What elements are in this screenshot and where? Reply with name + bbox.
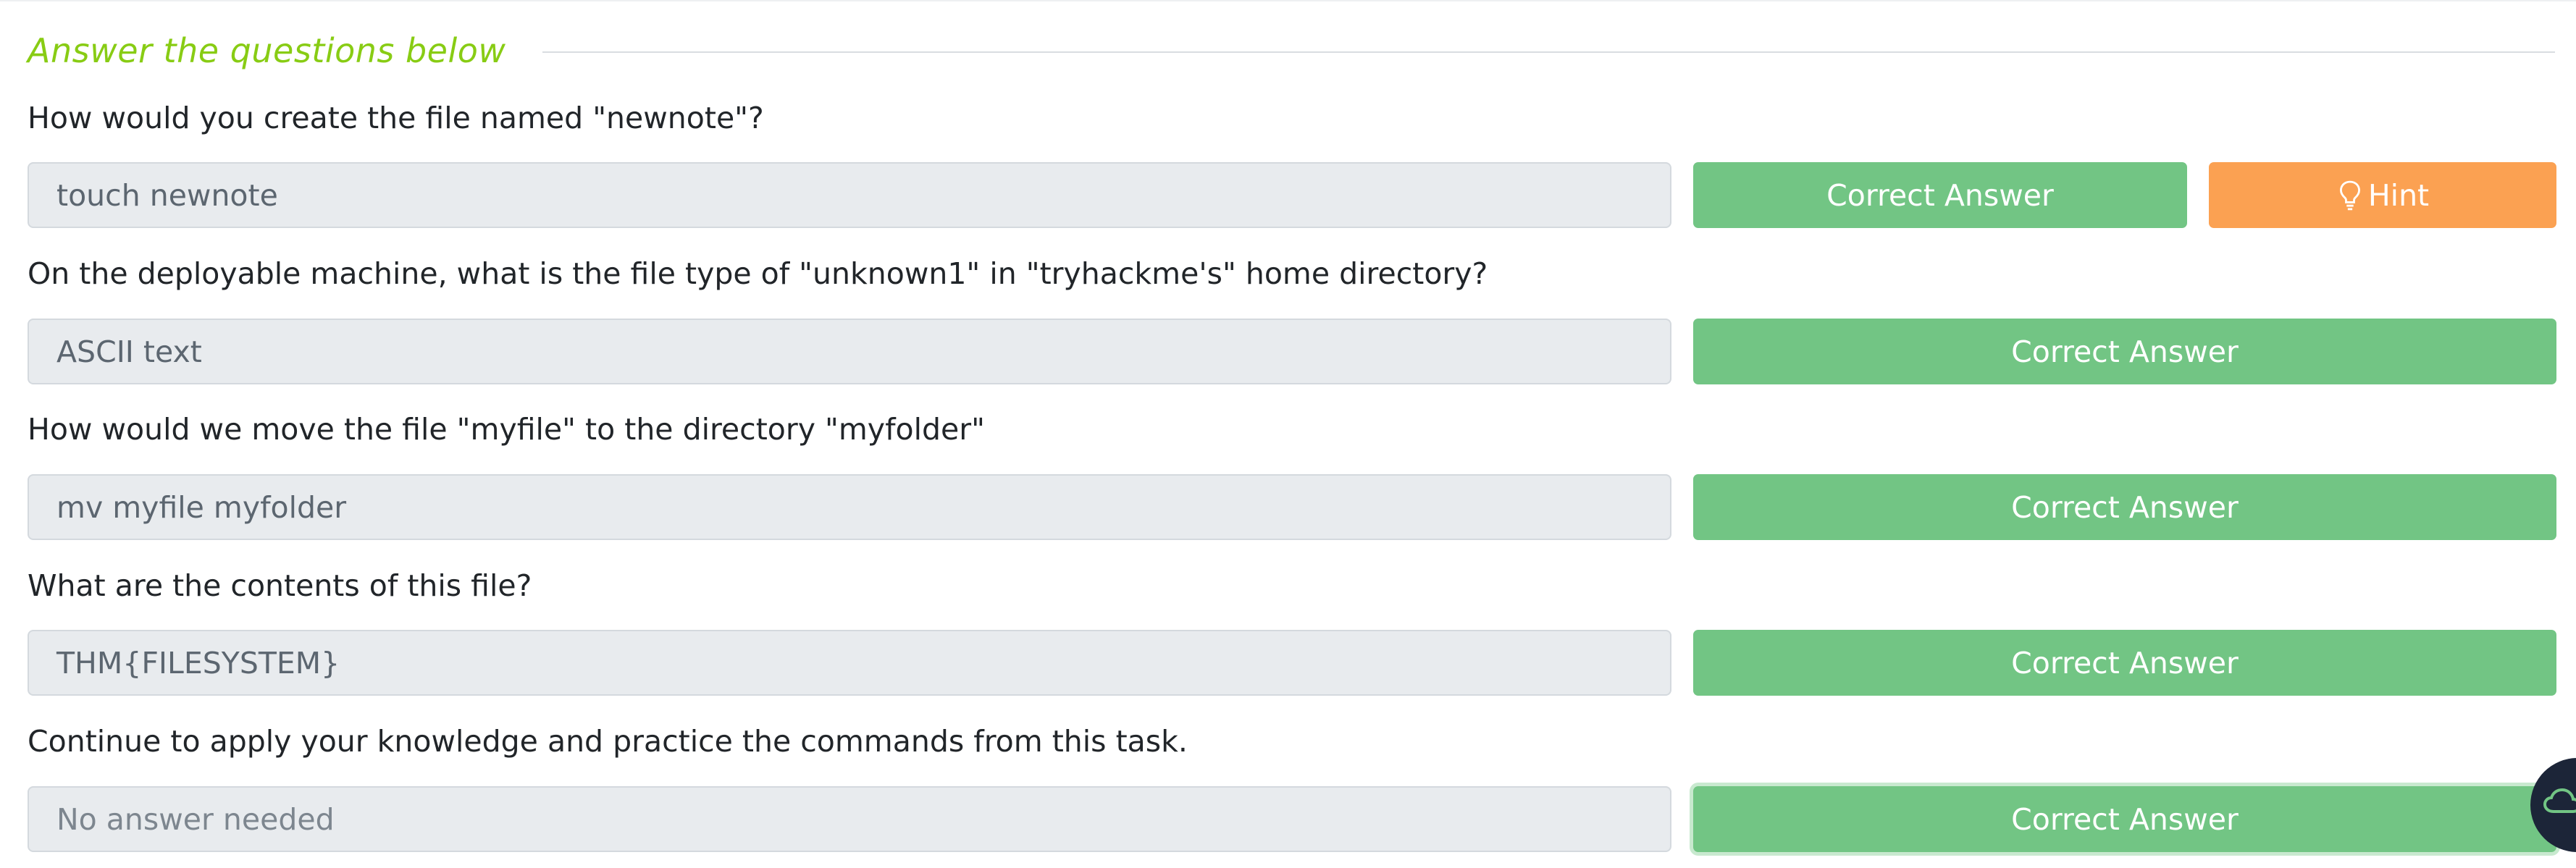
question-3-correct-answer-button[interactable]: Correct Answer [1693,474,2556,540]
question-4-correct-answer-label: Correct Answer [2011,645,2239,681]
answer-section: Answer the questions below How would you… [0,0,2576,868]
question-3-text: How would we move the file "myfile" to t… [28,412,985,447]
question-4-answer-field[interactable]: THM{FILESYSTEM} [28,630,1671,696]
question-1-correct-answer-button[interactable]: Correct Answer [1693,162,2187,228]
question-5-answer-field[interactable]: No answer needed [28,786,1671,852]
question-4-text: What are the contents of this file? [28,568,532,603]
question-1-correct-answer-label: Correct Answer [1826,177,2054,213]
question-5-text: Continue to apply your knowledge and pra… [28,724,1188,759]
question-1-hint-label: Hint [2367,177,2430,213]
section-header: Answer the questions below [28,29,2555,72]
section-title: Answer the questions below [28,31,506,70]
chat-cloud-icon [2543,788,2576,813]
question-1-answer-field[interactable]: touch newnote [28,162,1671,228]
question-2-answer-field[interactable]: ASCII text [28,319,1671,384]
question-3-answer-field[interactable]: mv myfile myfolder [28,474,1671,540]
question-1-text: How would you create the file named "new… [28,101,764,135]
question-5-correct-answer-label: Correct Answer [2011,801,2239,837]
question-5-correct-answer-button[interactable]: Correct Answer [1693,786,2556,852]
section-divider [542,51,2555,53]
question-2-correct-answer-label: Correct Answer [2011,334,2239,369]
question-4-correct-answer-button[interactable]: Correct Answer [1693,630,2556,696]
lightbulb-icon [2339,180,2360,210]
question-2-correct-answer-button[interactable]: Correct Answer [1693,319,2556,384]
question-3-correct-answer-label: Correct Answer [2011,489,2239,525]
question-2-text: On the deployable machine, what is the f… [28,256,1488,291]
question-1-hint-button[interactable]: Hint [2209,162,2556,228]
